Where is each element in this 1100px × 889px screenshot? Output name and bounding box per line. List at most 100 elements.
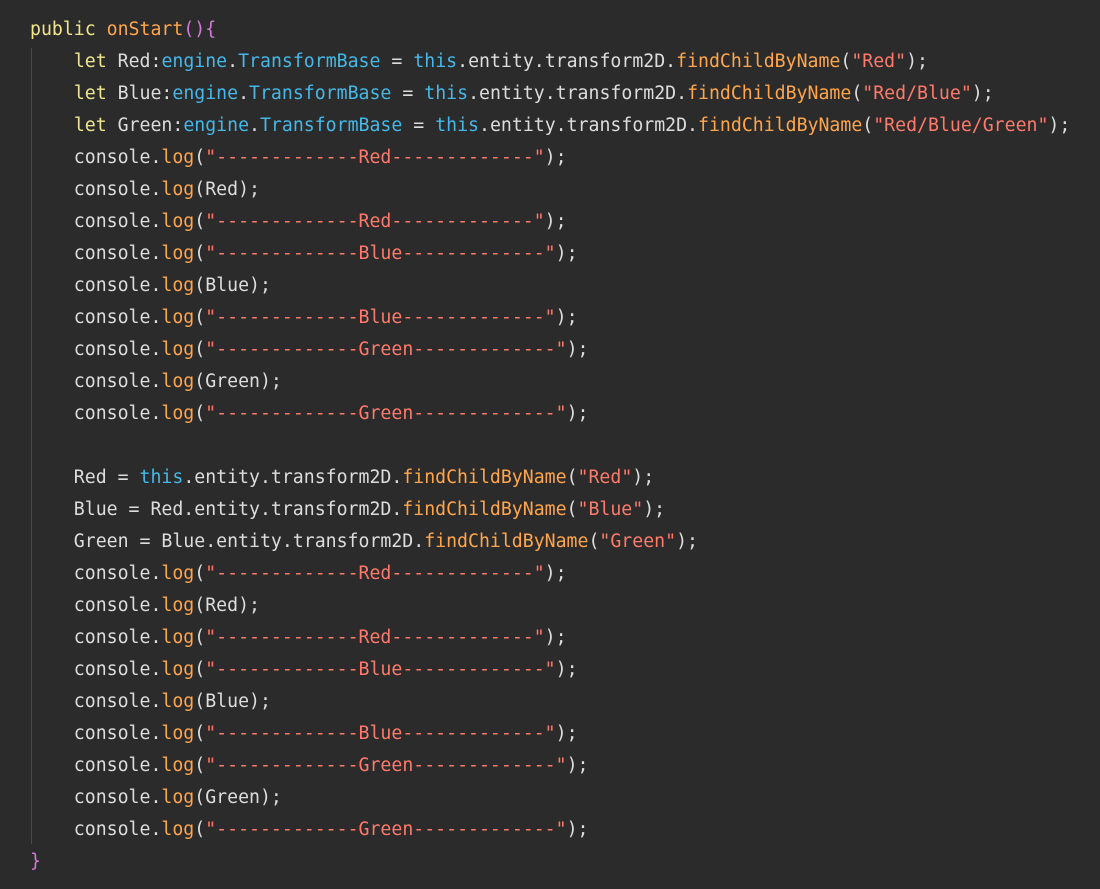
code-token: console.	[30, 307, 162, 328]
code-token: public	[30, 19, 107, 40]
code-line[interactable]: Green = Blue.entity.transform2D.findChil…	[30, 526, 1070, 558]
code-line[interactable]: console.log("-------------Red-----------…	[30, 558, 1070, 590]
code-line[interactable]: console.log(Red);	[30, 590, 1070, 622]
code-line[interactable]: public onStart(){	[30, 14, 1070, 46]
code-token: let	[73, 51, 118, 72]
code-token: "Blue"	[577, 499, 644, 520]
code-line[interactable]: console.log(Blue);	[30, 270, 1070, 302]
code-token: .entity.transform2D.	[457, 51, 677, 72]
code-token: this	[139, 467, 184, 488]
code-line[interactable]: console.log("-------------Green---------…	[30, 750, 1070, 782]
code-token: onStart	[106, 19, 184, 40]
code-token: (){	[183, 19, 217, 40]
code-line[interactable]: Blue = Red.entity.transform2D.findChildB…	[30, 494, 1070, 526]
code-line[interactable]: console.log(Green);	[30, 782, 1070, 814]
code-token: console.	[30, 339, 162, 360]
code-token: =	[380, 51, 414, 72]
code-token: log	[161, 659, 195, 680]
code-line[interactable]	[30, 430, 1070, 462]
code-line[interactable]: console.log(Red);	[30, 174, 1070, 206]
code-token: console.	[30, 627, 162, 648]
code-line[interactable]: console.log("-------------Green---------…	[30, 334, 1070, 366]
code-line[interactable]: console.log("-------------Green---------…	[30, 398, 1070, 430]
code-line[interactable]: let Red:engine.TransformBase = this.enti…	[30, 46, 1070, 78]
code-token: console.	[30, 787, 162, 808]
code-token: console.	[30, 243, 162, 264]
code-token: (	[194, 563, 206, 584]
code-token: (	[194, 243, 206, 264]
code-token: (	[862, 115, 874, 136]
code-line[interactable]: console.log("-------------Red-----------…	[30, 206, 1070, 238]
code-token: engine	[172, 83, 239, 104]
code-token: this	[424, 83, 469, 104]
code-token: );	[643, 499, 666, 520]
code-token: );	[555, 659, 578, 680]
code-token: );	[906, 51, 928, 72]
code-token: "-------------Blue-------------"	[205, 307, 556, 328]
code-token: (	[194, 307, 206, 328]
code-token: );	[544, 627, 567, 648]
code-token: );	[544, 563, 567, 584]
code-token: log	[161, 307, 195, 328]
code-token: }	[30, 851, 41, 872]
code-line[interactable]: console.log("-------------Blue----------…	[30, 654, 1070, 686]
code-token: =	[391, 83, 425, 104]
code-token: log	[161, 563, 195, 584]
code-token: "-------------Red-------------"	[205, 147, 545, 168]
code-token: console.	[30, 755, 162, 776]
code-token: (	[194, 723, 206, 744]
code-token: log	[161, 179, 195, 200]
code-token: (	[588, 531, 600, 552]
code-token: console.	[30, 819, 162, 840]
code-line[interactable]: console.log("-------------Blue----------…	[30, 718, 1070, 750]
code-line[interactable]: console.log(Green);	[30, 366, 1070, 398]
code-token: (	[566, 467, 578, 488]
code-line[interactable]: console.log("-------------Red-----------…	[30, 622, 1070, 654]
code-line[interactable]: console.log("-------------Blue----------…	[30, 302, 1070, 334]
code-token: log	[161, 371, 195, 392]
code-token: "-------------Blue-------------"	[205, 243, 556, 264]
code-token: log	[161, 691, 195, 712]
code-editor[interactable]: public onStart(){ let Red:engine.Transfo…	[0, 0, 1100, 889]
code-token: log	[161, 787, 195, 808]
code-token: (	[566, 499, 578, 520]
code-token: Blue:	[117, 83, 173, 104]
code-token: .entity.transform2D.	[479, 115, 699, 136]
code-block[interactable]: public onStart(){ let Red:engine.Transfo…	[30, 14, 1070, 878]
code-token: TransformBase	[259, 115, 403, 136]
code-token: console.	[30, 211, 162, 232]
code-line[interactable]: let Green:engine.TransformBase = this.en…	[30, 110, 1071, 142]
code-token: "Red"	[851, 51, 907, 72]
code-token: Green = Blue.entity.transform2D.	[30, 531, 425, 552]
code-token: findChildByName	[424, 531, 589, 552]
code-line[interactable]: }	[30, 846, 1070, 878]
code-token: "Green"	[599, 531, 677, 552]
code-token: );	[555, 243, 578, 264]
code-line[interactable]: console.log("-------------Blue----------…	[30, 238, 1070, 270]
code-token: "-------------Red-------------"	[205, 627, 545, 648]
code-token: console.	[30, 403, 162, 424]
code-line[interactable]: let Blue:engine.TransformBase = this.ent…	[30, 78, 1070, 110]
code-line[interactable]: console.log(Blue);	[30, 686, 1070, 718]
code-token: (	[194, 755, 206, 776]
code-token: log	[161, 211, 195, 232]
code-line[interactable]: console.log("-------------Red-----------…	[30, 142, 1070, 174]
code-line[interactable]: Red = this.entity.transform2D.findChildB…	[30, 462, 1070, 494]
code-token: engine	[183, 115, 250, 136]
code-token: "Red"	[577, 467, 633, 488]
code-token: let	[73, 83, 118, 104]
code-token: );	[555, 723, 578, 744]
code-token: );	[676, 531, 698, 552]
code-token: (Green);	[194, 787, 282, 808]
code-line[interactable]: console.log("-------------Green---------…	[30, 814, 1070, 846]
code-token: findChildByName	[402, 467, 567, 488]
code-token: console.	[30, 147, 162, 168]
code-token: console.	[30, 595, 162, 616]
code-token: findChildByName	[402, 499, 567, 520]
code-token: Blue = Red.entity.transform2D.	[30, 499, 403, 520]
code-token: console.	[30, 371, 162, 392]
code-token: log	[161, 147, 195, 168]
